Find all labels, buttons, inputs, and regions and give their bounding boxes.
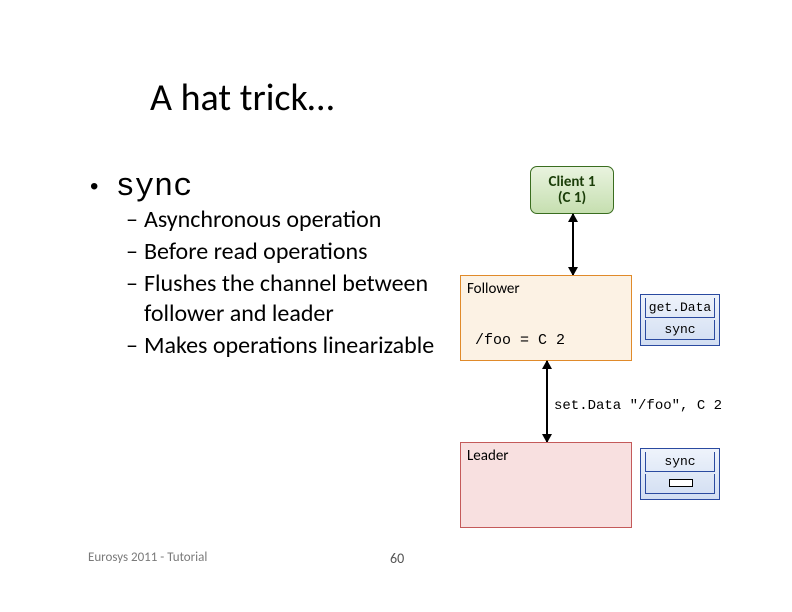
arrow-follower-leader: [546, 361, 548, 442]
sub-bullet-text: Makes operations linearizable: [144, 331, 434, 360]
dash-icon: –: [126, 269, 138, 298]
sub-bullet-text: Before read operations: [144, 237, 368, 266]
slide-title: A hat trick…: [150, 75, 334, 121]
queue-follower-slot2: sync: [645, 320, 715, 340]
follower-box: Follower /foo = C 2: [460, 275, 632, 361]
dash-icon: –: [126, 331, 138, 360]
queue-follower: get.Data sync: [640, 294, 720, 346]
client-line2: (C 1): [531, 190, 613, 207]
queue-follower-slot1: get.Data: [645, 298, 715, 318]
queue-leader-token-icon: [669, 479, 693, 487]
sub-bullet-item: –Makes operations linearizable: [126, 331, 436, 361]
bullet-main: • sync: [90, 165, 192, 205]
leader-box: Leader: [460, 442, 632, 528]
sub-bullet-item: –Before read operations: [126, 237, 436, 267]
client-line1: Client 1: [531, 174, 613, 191]
footer-text: Eurosys 2011 - Tutorial: [88, 550, 207, 565]
page-number: 60: [390, 550, 404, 567]
bullet-main-text: sync: [116, 168, 193, 205]
leader-label: Leader: [467, 447, 509, 465]
sub-bullets: –Asynchronous operation –Before read ope…: [126, 205, 436, 363]
follower-state: /foo = C 2: [475, 332, 565, 349]
bullet-dot: •: [90, 173, 98, 200]
follower-label: Follower: [467, 280, 520, 298]
queue-leader-slot1: sync: [645, 452, 715, 472]
dash-icon: –: [126, 237, 138, 266]
sub-bullet-item: –Asynchronous operation: [126, 205, 436, 235]
dash-icon: –: [126, 205, 138, 234]
sub-bullet-text: Flushes the channel between follower and…: [144, 269, 428, 328]
client-box: Client 1 (C 1): [530, 166, 614, 214]
sub-bullet-item: –Flushes the channel between follower an…: [126, 269, 436, 329]
arrow-client-follower: [572, 214, 574, 275]
sub-bullet-text: Asynchronous operation: [144, 205, 381, 234]
queue-leader: sync: [640, 448, 720, 500]
slide: A hat trick… • sync –Asynchronous operat…: [0, 0, 792, 612]
setdata-label: set.Data "/foo", C 2: [554, 398, 722, 414]
